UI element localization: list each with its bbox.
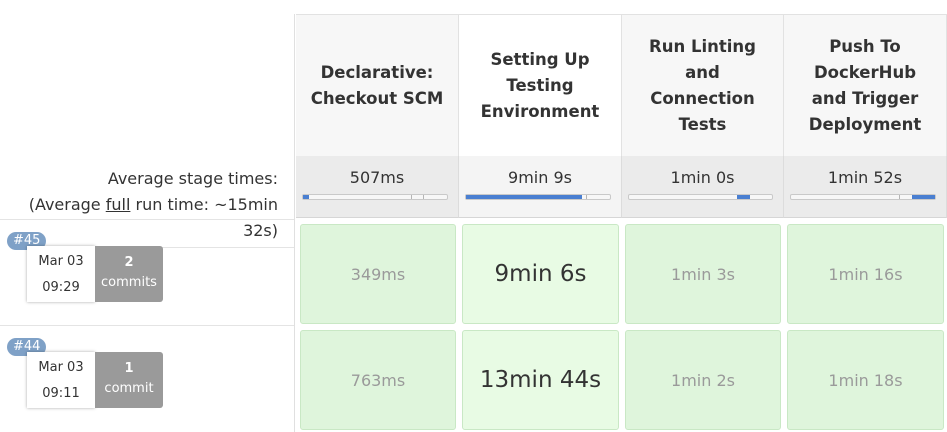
stage-result-cell[interactable]: 763ms [300,330,456,430]
stage-duration: 1min 3s [671,264,735,284]
commits-button[interactable]: 1 commit [95,352,163,408]
progress-tick [411,195,412,199]
commits-label: commit [104,381,154,396]
full-run-time-link[interactable]: full [106,195,131,214]
commits-button[interactable]: 2 commits [95,246,163,302]
page-title-fragment [0,0,120,6]
stage-result-cell[interactable]: 1min 2s [625,330,781,430]
average-run-prefix: (Average [28,195,106,214]
build-time: 09:29 [42,280,80,295]
progress-tick [423,195,424,199]
avg-time-progress-bar [465,194,611,200]
stage-duration: 1min 16s [828,264,903,284]
row-divider [0,219,294,220]
build-date-box: Mar 03 09:11 [27,352,95,408]
row-divider [0,325,294,326]
progress-fill [737,195,750,199]
average-run-time-end: 32s) [243,221,278,240]
avg-time-progress-bar [628,194,773,200]
stage-header-label: Setting Up Testing Environment [480,49,600,121]
stage-header-label: Push To DockerHub and Trigger Deployment [808,36,922,134]
average-run-suffix: run time: ~15min [130,195,278,214]
stage-result-cell[interactable]: 13min 44s [462,330,619,430]
avg-time-cell: 1min 52s [784,156,947,218]
build-time: 09:11 [42,386,80,401]
avg-time-value: 1min 52s [827,168,903,187]
column-divider [294,14,295,432]
avg-time-cell: 507ms [296,156,459,218]
stage-header-label: Run Linting and Connection Tests [649,36,756,134]
progress-tick [899,195,900,199]
avg-time-progress-bar [302,194,448,200]
stage-header-checkout-scm: Declarative: Checkout SCM [296,14,459,156]
progress-tick [586,195,587,199]
average-stage-times-text: Average stage times: [107,169,278,188]
build-date: Mar 03 [38,254,84,269]
average-run-time-text: (Average full run time: ~15min [8,192,278,218]
stage-header-push-dockerhub: Push To DockerHub and Trigger Deployment [784,14,947,156]
avg-time-progress-bar [790,194,936,200]
progress-fill [912,195,935,199]
stage-header-setting-up-testing-env: Setting Up Testing Environment [459,14,622,156]
commits-count: 2 [124,255,134,270]
stage-duration: 763ms [350,370,406,390]
commits-count: 1 [124,361,134,376]
avg-time-value: 1min 0s [670,168,735,187]
stage-duration: 1min 18s [828,370,903,390]
progress-fill [303,195,309,199]
avg-time-cell: 9min 9s [459,156,622,218]
build-date: Mar 03 [38,360,84,375]
stage-duration: 1min 2s [671,370,735,390]
commits-label: commits [101,275,157,290]
build-date-box: Mar 03 09:29 [27,246,95,302]
stage-result-cell[interactable]: 9min 6s [462,224,619,324]
avg-time-value: 507ms [349,168,405,187]
stage-header-label: Declarative: Checkout SCM [310,62,444,108]
avg-time-value: 9min 9s [508,168,572,187]
stage-result-cell[interactable]: 1min 16s [787,224,944,324]
stage-duration: 13min 44s [479,367,602,393]
stage-duration: 9min 6s [494,261,587,287]
stage-duration: 349ms [350,264,406,284]
stage-result-cell[interactable]: 349ms [300,224,456,324]
stage-result-cell[interactable]: 1min 3s [625,224,781,324]
progress-fill [466,195,582,199]
average-times-label: Average stage times: (Average full run t… [8,166,278,244]
avg-time-cell: 1min 0s [622,156,784,218]
stage-header-run-linting: Run Linting and Connection Tests [622,14,784,156]
stage-result-cell[interactable]: 1min 18s [787,330,944,430]
